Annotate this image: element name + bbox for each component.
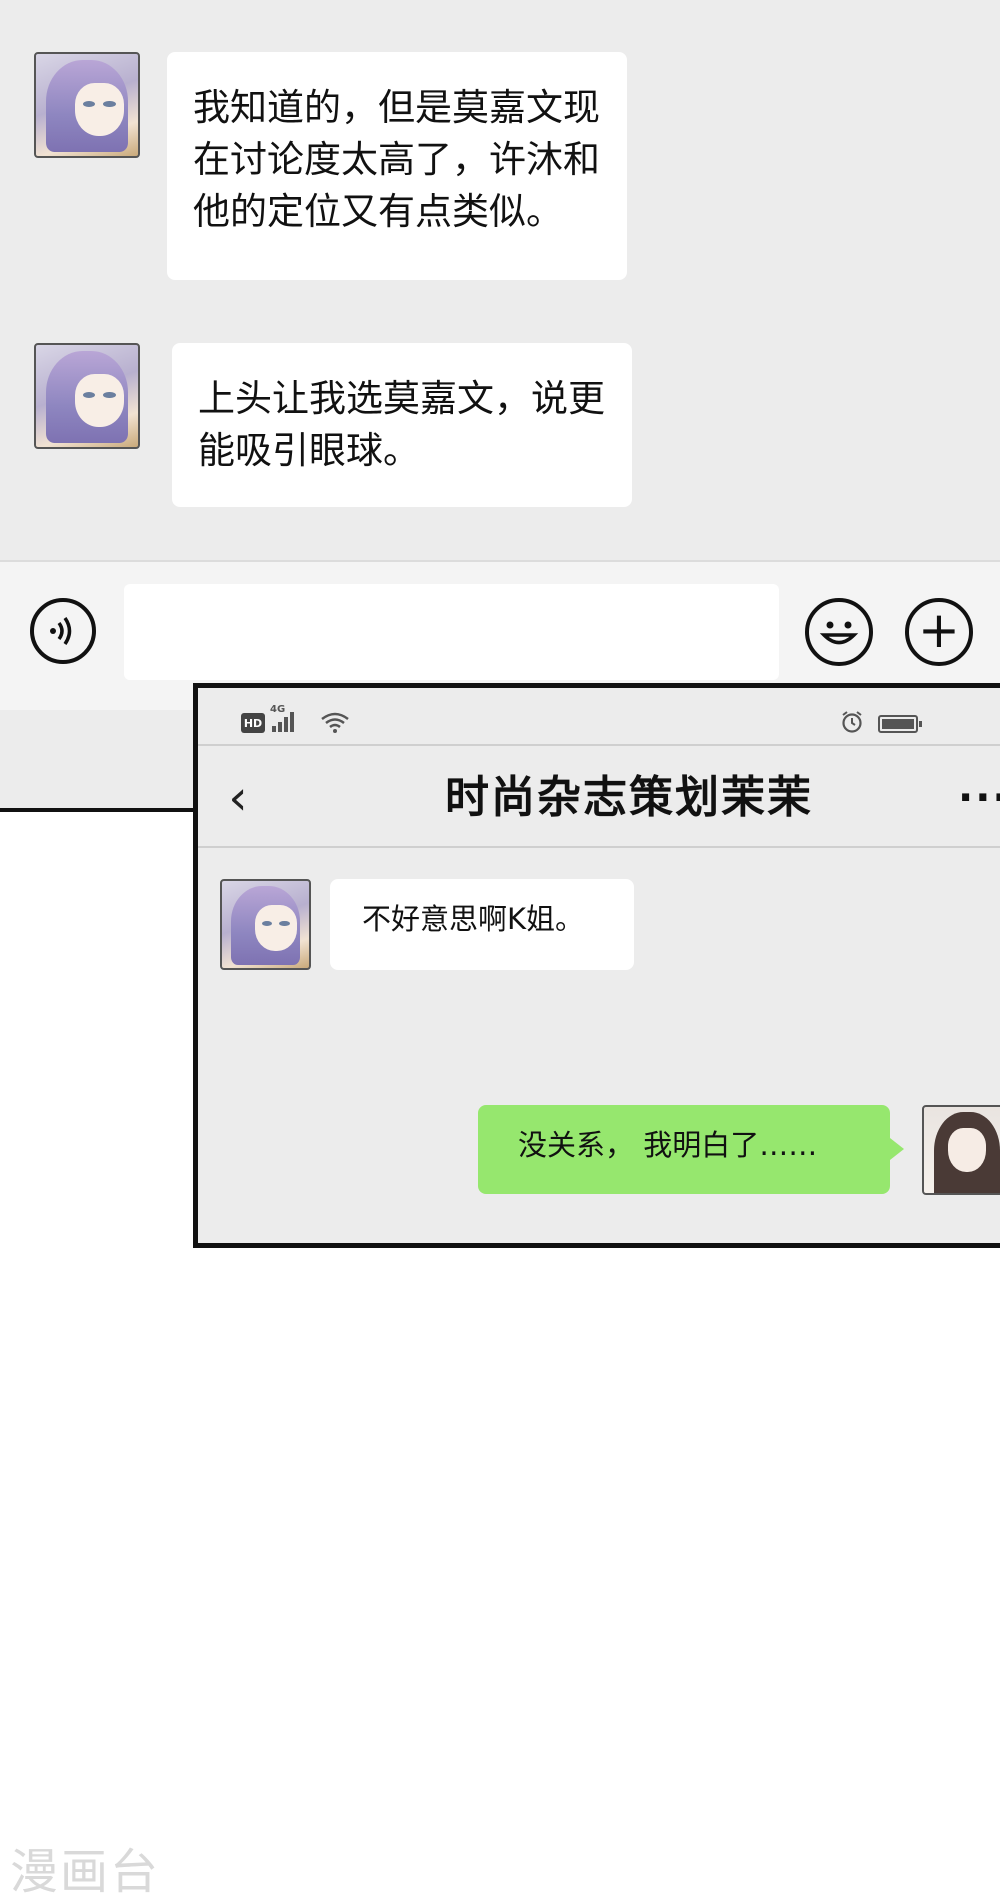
contact-avatar[interactable] <box>34 52 140 158</box>
voice-icon-glyph <box>50 617 72 645</box>
incoming-message-bubble[interactable]: 我知道的，但是莫嘉文现 在讨论度太高了，许沐和 他的定位又有点类似。 <box>167 52 627 280</box>
status-bar: HD 4G <box>198 688 1000 746</box>
signal-icon: 4G <box>270 704 294 732</box>
incoming-message-bubble[interactable]: 上头让我选莫嘉文，说更 能吸引眼球。 <box>172 343 632 507</box>
incoming-message-bubble[interactable]: 不好意思啊K姐。 <box>330 879 634 970</box>
wifi-icon <box>321 712 349 733</box>
network-label: 4G <box>270 704 286 715</box>
chat-title: 时尚杂志策划茉茉 <box>445 772 813 823</box>
chat-header: ‹ 时尚杂志策划茉茉 ··· <box>198 746 1000 848</box>
avatar-face <box>74 82 124 136</box>
phone-screen-panel: HD 4G ‹ 时尚杂志策划茉茉 ··· <box>193 683 1000 1248</box>
smiley-face-icon <box>819 621 859 645</box>
watermark: 漫画台 <box>10 1844 161 1900</box>
plus-icon[interactable]: + <box>905 598 973 666</box>
self-avatar[interactable] <box>922 1105 1000 1195</box>
more-options-button[interactable]: ··· <box>958 768 1000 828</box>
plus-glyph: + <box>918 601 960 659</box>
avatar-face <box>74 373 124 427</box>
alarm-icon <box>842 711 862 733</box>
hd-badge: HD <box>241 713 265 733</box>
contact-avatar[interactable] <box>34 343 140 449</box>
avatar-face <box>948 1127 986 1173</box>
battery-icon <box>878 715 922 733</box>
emoji-icon[interactable] <box>805 598 873 666</box>
contact-avatar[interactable] <box>220 879 311 970</box>
voice-icon[interactable] <box>30 598 96 664</box>
back-button[interactable]: ‹ <box>218 768 258 828</box>
avatar-face <box>255 905 297 951</box>
outgoing-message-bubble[interactable]: 没关系， 我明白了…… <box>478 1105 904 1194</box>
message-input[interactable] <box>124 584 779 680</box>
